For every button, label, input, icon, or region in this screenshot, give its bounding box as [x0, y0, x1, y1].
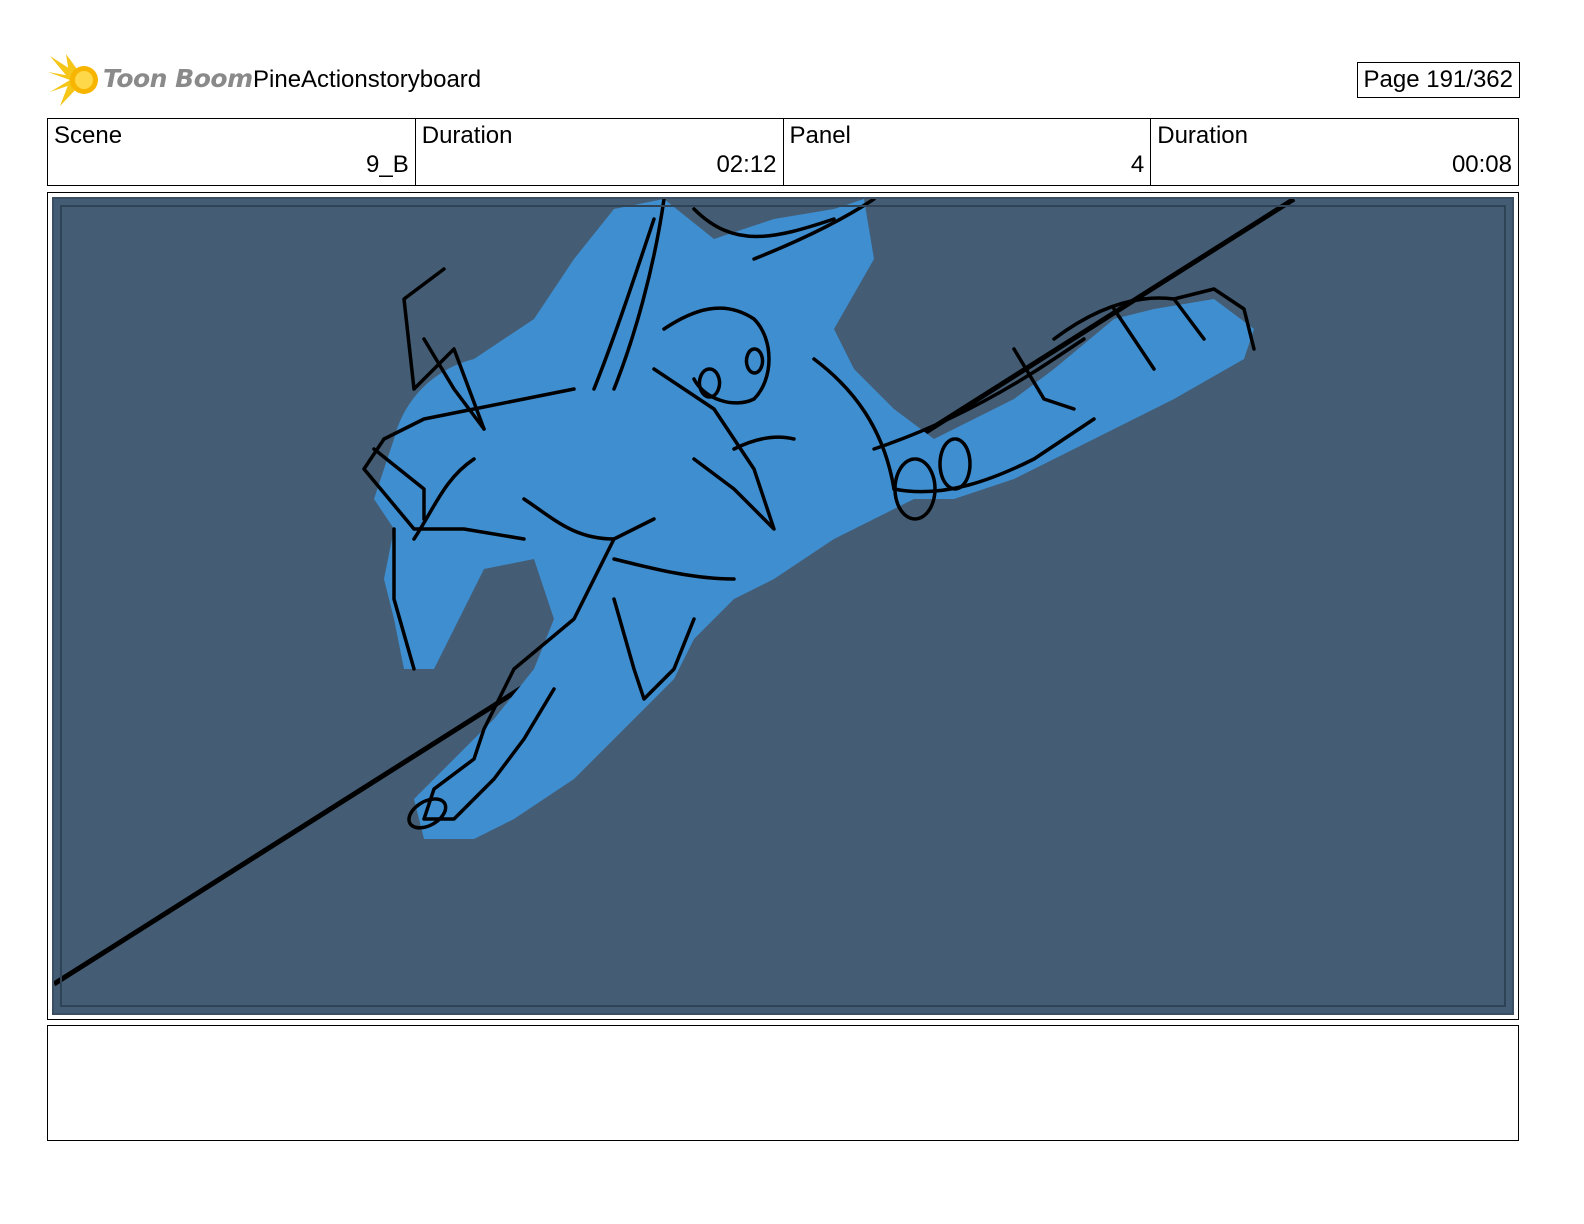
- scene-label: Scene: [54, 122, 123, 149]
- starburst-icon: [48, 54, 98, 106]
- scene-duration-label: Duration: [421, 122, 513, 149]
- storyboard-sketch: [54, 199, 1296, 987]
- scene-cell: Scene 9_B: [48, 119, 416, 185]
- panel-label: Panel: [789, 122, 851, 149]
- panel-duration-label: Duration: [1157, 122, 1248, 149]
- page-number: Page 191/362: [1356, 62, 1520, 98]
- scene-duration-value: 02:12: [716, 151, 777, 178]
- logo-text: Toon Boom: [103, 64, 253, 93]
- scene-info-table: Scene 9_B Duration 02:12 Panel 4 Duratio…: [47, 118, 1519, 186]
- panel-value: 4: [1130, 151, 1145, 178]
- panel-cell: Panel 4: [784, 119, 1152, 185]
- character-fill: [374, 199, 1254, 839]
- toon-boom-logo: Toon Boom: [48, 52, 253, 108]
- panel-duration-cell: Duration 00:08: [1151, 119, 1518, 185]
- panel-duration-value: 00:08: [1451, 151, 1512, 178]
- panel-notes[interactable]: [47, 1025, 1519, 1141]
- project-title: PineActionstoryboard: [253, 66, 482, 93]
- panel-frame: [47, 192, 1519, 1020]
- page-header: Toon Boom PineActionstoryboard Page 191/…: [48, 52, 1520, 108]
- scene-duration-cell: Duration 02:12: [416, 119, 784, 185]
- scene-value: 9_B: [366, 151, 409, 178]
- panel-drawing: [52, 197, 1514, 1015]
